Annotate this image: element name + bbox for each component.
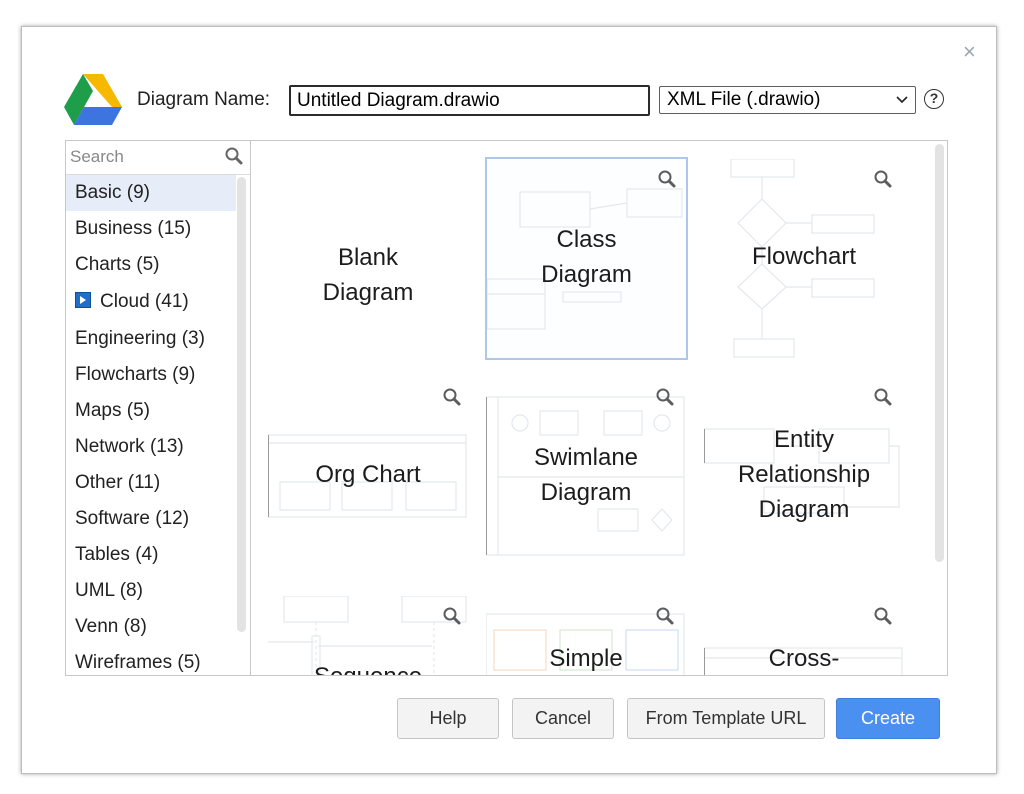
category-item[interactable]: UML (8) <box>66 573 236 609</box>
search-icon[interactable] <box>224 146 244 166</box>
template-title: Simple <box>549 645 623 672</box>
category-item[interactable]: Basic (9) <box>66 175 236 211</box>
zoom-icon[interactable] <box>657 169 677 189</box>
category-item[interactable]: Network (13) <box>66 429 236 465</box>
category-label: Cloud (41) <box>100 291 189 312</box>
template-title: Flowchart <box>751 243 857 270</box>
diagram-name-label: Diagram Name: <box>137 89 271 110</box>
zoom-icon[interactable] <box>873 606 893 626</box>
template-title: Entity <box>773 426 835 453</box>
template-title: Blank <box>337 244 399 271</box>
search-input[interactable] <box>70 145 220 169</box>
category-item[interactable]: Engineering (3) <box>66 321 236 357</box>
template-gallery: Blank Diagram Class Diagram Flowchart Or… <box>251 140 948 676</box>
category-item[interactable]: Tables (4) <box>66 537 236 573</box>
chevron-down-icon <box>895 87 909 121</box>
category-sidebar: Basic (9) Business (15) Charts (5) Cloud… <box>65 140 251 676</box>
template-title: Sequence <box>268 659 468 675</box>
category-item[interactable]: Charts (5) <box>66 247 236 283</box>
zoom-icon[interactable] <box>655 387 675 407</box>
category-item[interactable]: Business (15) <box>66 211 236 247</box>
file-type-value: XML File (.drawio) <box>667 89 821 110</box>
gallery-scrollbar[interactable] <box>935 144 944 562</box>
sidebar-scrollbar[interactable] <box>237 177 246 632</box>
help-button[interactable]: Help <box>397 698 499 739</box>
template-title: Class <box>556 226 617 253</box>
template-flowchart[interactable]: Flowchart <box>704 159 904 359</box>
category-item[interactable]: Flowcharts (9) <box>66 357 236 393</box>
zoom-icon[interactable] <box>442 606 462 626</box>
template-simple[interactable]: Simple <box>486 596 686 675</box>
cancel-button[interactable]: Cancel <box>512 698 614 739</box>
template-title: Diagram <box>540 479 632 506</box>
template-swimlane-diagram[interactable]: Swimlane Diagram <box>486 377 686 577</box>
diagram-name-input[interactable] <box>289 85 650 116</box>
close-icon[interactable]: × <box>963 41 979 63</box>
category-item[interactable]: Venn (8) <box>66 609 236 645</box>
template-title: Swimlane <box>533 444 639 471</box>
category-item[interactable]: Other (11) <box>66 465 236 501</box>
file-type-select[interactable]: XML File (.drawio) <box>659 86 916 114</box>
zoom-icon[interactable] <box>442 387 462 407</box>
category-item[interactable]: Maps (5) <box>66 393 236 429</box>
category-item-cloud[interactable]: Cloud (41) <box>66 283 236 320</box>
category-item[interactable]: Wireframes (5) <box>66 645 236 675</box>
category-item[interactable]: Software (12) <box>66 501 236 537</box>
template-blank-diagram[interactable]: Blank Diagram <box>268 159 468 359</box>
template-cross-functional[interactable]: Cross- <box>704 596 904 675</box>
template-title: Diagram <box>322 279 414 306</box>
template-sequence[interactable]: Sequence <box>268 596 468 675</box>
help-icon[interactable]: ? <box>924 89 944 109</box>
category-list: Basic (9) Business (15) Charts (5) Cloud… <box>66 175 236 675</box>
template-entity-relationship-diagram[interactable]: Entity Relationship Diagram <box>704 377 904 577</box>
template-title: Org Chart <box>315 461 421 488</box>
from-template-url-button[interactable]: From Template URL <box>627 698 825 739</box>
template-title: Cross- <box>768 645 840 672</box>
create-button[interactable]: Create <box>836 698 940 739</box>
google-drive-logo <box>64 74 122 125</box>
expand-arrow-icon[interactable] <box>75 292 91 308</box>
search-box <box>66 141 250 175</box>
zoom-icon[interactable] <box>655 606 675 626</box>
template-org-chart[interactable]: Org Chart <box>268 377 468 577</box>
template-title: Diagram <box>758 496 850 523</box>
template-title: Relationship <box>737 461 871 488</box>
zoom-icon[interactable] <box>873 387 893 407</box>
template-class-diagram[interactable]: Class Diagram <box>485 157 688 360</box>
template-title: Diagram <box>541 261 632 288</box>
zoom-icon[interactable] <box>873 169 893 189</box>
